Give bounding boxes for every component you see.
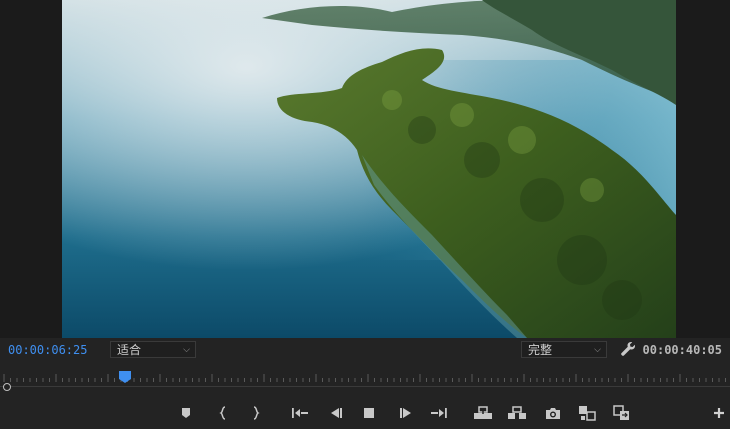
time-ruler[interactable] [0, 368, 730, 392]
playback-resolution-select[interactable]: 完整 ⌵ [521, 341, 607, 358]
wrench-icon[interactable] [620, 341, 636, 357]
current-timecode[interactable]: 00:00:06:25 [8, 343, 87, 357]
camera-icon[interactable] [543, 404, 563, 422]
plus-icon[interactable] [709, 404, 729, 422]
toggle-proxies-icon[interactable] [612, 404, 632, 422]
chevron-down-icon: ⌵ [183, 345, 190, 355]
lift-icon[interactable] [473, 404, 493, 422]
program-monitor-viewer [0, 0, 730, 338]
comparison-view-icon[interactable] [577, 404, 597, 422]
scrub-bar[interactable] [0, 386, 730, 387]
extract-icon[interactable] [507, 404, 527, 422]
video-frame[interactable] [62, 0, 676, 338]
zoom-level-select[interactable]: 适合 ⌵ [110, 341, 196, 358]
chevron-down-icon: ⌵ [594, 345, 601, 355]
mark-out-icon[interactable] [246, 404, 266, 422]
step-forward-icon[interactable] [396, 404, 416, 422]
mark-in-icon[interactable] [213, 404, 233, 422]
stop-icon[interactable] [359, 404, 379, 422]
ruler-ticks [3, 374, 726, 382]
playback-resolution-value: 完整 [528, 343, 553, 357]
zoom-level-value: 适合 [117, 343, 142, 357]
duration-timecode: 00:00:40:05 [642, 343, 722, 357]
zoom-scroll-handle[interactable] [3, 383, 11, 391]
go-to-in-icon[interactable] [290, 404, 310, 422]
aerial-island-image [62, 0, 676, 338]
go-to-out-icon[interactable] [429, 404, 449, 422]
step-back-icon[interactable] [326, 404, 346, 422]
add-marker-icon[interactable] [176, 404, 196, 422]
playhead-marker[interactable] [119, 368, 131, 383]
